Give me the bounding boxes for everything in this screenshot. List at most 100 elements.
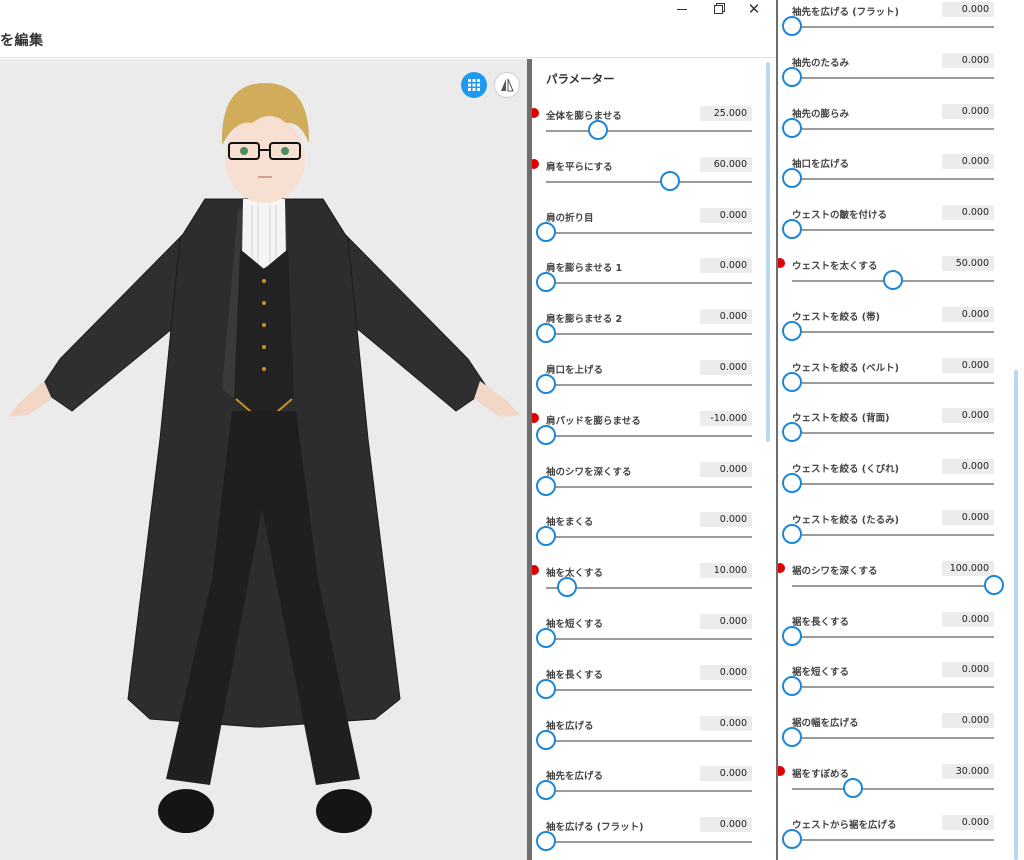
parameter-slider-thumb[interactable] — [536, 424, 556, 445]
parameter-slider-track[interactable] — [546, 384, 752, 386]
parameter-slider-thumb[interactable] — [536, 323, 556, 344]
parameter-slider-thumb[interactable] — [782, 676, 802, 697]
parameter-value-field[interactable]: 50.000 — [942, 256, 994, 271]
parameter-slider-track[interactable] — [792, 76, 994, 79]
parameter-slider-thumb[interactable] — [556, 577, 577, 598]
parameter-slider-thumb[interactable] — [782, 473, 802, 494]
scrollbar-left[interactable] — [766, 62, 770, 442]
parameter-slider-track[interactable] — [546, 587, 752, 590]
parameter-slider-thumb[interactable] — [782, 320, 802, 341]
parameter-slider-thumb[interactable] — [536, 374, 556, 394]
parameter-slider-track[interactable] — [546, 739, 752, 742]
parameter-value-field[interactable]: 0.000 — [700, 309, 752, 325]
parameter-slider-thumb[interactable] — [782, 727, 802, 748]
parameter-value-field[interactable]: 25.000 — [700, 106, 752, 121]
parameter-slider-track[interactable] — [546, 434, 752, 437]
parameter-slider-track[interactable] — [792, 127, 994, 130]
parameter-slider-thumb[interactable] — [536, 780, 556, 801]
parameter-value-field[interactable]: 0.000 — [700, 715, 752, 731]
parameter-slider-track[interactable] — [546, 536, 752, 539]
parameter-slider-track[interactable] — [546, 485, 752, 488]
parameter-value-field[interactable]: 0.000 — [700, 258, 752, 274]
parameter-value-field[interactable]: 0.000 — [942, 2, 994, 17]
parameter-value-field[interactable]: 0.000 — [700, 614, 752, 629]
parameter-value-field[interactable]: 0.000 — [942, 408, 994, 424]
parameter-slider-track[interactable] — [546, 282, 752, 285]
parameter-slider-thumb[interactable] — [536, 831, 556, 852]
parameter-slider-thumb[interactable] — [782, 66, 802, 87]
parameter-slider-thumb[interactable] — [536, 272, 556, 293]
parameter-slider-track[interactable] — [546, 688, 752, 691]
parameter-slider-thumb[interactable] — [659, 170, 680, 191]
maximize-button[interactable] — [700, 0, 736, 18]
parameter-slider-track[interactable] — [546, 790, 752, 793]
parameter-value-field[interactable]: 0.000 — [942, 814, 994, 830]
parameter-value-field[interactable]: 60.000 — [700, 156, 752, 172]
minimize-button[interactable] — [664, 0, 700, 18]
mirror-toggle-button[interactable] — [494, 72, 520, 98]
parameter-slider-thumb[interactable] — [587, 120, 608, 140]
grid-toggle-button[interactable] — [461, 72, 487, 98]
close-button[interactable]: ✕ — [736, 0, 772, 18]
parameter-slider-thumb[interactable] — [536, 628, 556, 648]
parameter-slider-track[interactable] — [792, 737, 994, 740]
parameter-slider-thumb[interactable] — [782, 422, 802, 443]
parameter-slider-track[interactable] — [792, 686, 994, 689]
scrollbar-right[interactable] — [1014, 370, 1018, 860]
parameter-slider-track[interactable] — [546, 841, 752, 844]
parameter-value-field[interactable]: 0.000 — [700, 207, 752, 223]
parameter-value-field[interactable]: 0.000 — [942, 103, 994, 119]
parameter-slider-track[interactable] — [792, 432, 994, 435]
avatar-viewport[interactable] — [0, 59, 527, 860]
parameter-slider-track[interactable] — [792, 330, 994, 333]
parameter-slider-thumb[interactable] — [536, 729, 556, 750]
parameter-slider-track[interactable] — [546, 333, 752, 336]
parameter-value-field[interactable]: 0.000 — [942, 205, 994, 221]
parameter-slider-track[interactable] — [792, 534, 994, 536]
parameter-slider-thumb[interactable] — [984, 574, 1004, 595]
parameter-value-field[interactable]: 0.000 — [942, 357, 994, 373]
parameter-slider-thumb[interactable] — [782, 117, 802, 138]
parameter-value-field[interactable]: 30.000 — [942, 764, 994, 779]
parameter-slider-thumb[interactable] — [782, 219, 802, 240]
parameter-value-field[interactable]: -10.000 — [700, 410, 752, 426]
parameter-slider-track[interactable] — [792, 178, 994, 181]
parameter-value-field[interactable]: 0.000 — [942, 154, 994, 170]
parameter-value-field[interactable]: 0.000 — [942, 306, 994, 322]
parameter-slider-track[interactable] — [792, 788, 994, 790]
parameter-value-field[interactable]: 0.000 — [700, 360, 752, 375]
parameter-slider-thumb[interactable] — [782, 16, 802, 36]
parameter-slider-thumb[interactable] — [883, 270, 903, 290]
parameter-value-field[interactable]: 0.000 — [942, 713, 994, 729]
parameter-value-field[interactable]: 0.000 — [700, 766, 752, 782]
parameter-value-field[interactable]: 0.000 — [942, 662, 994, 678]
parameter-slider-track[interactable] — [546, 231, 752, 234]
parameter-value-field[interactable]: 10.000 — [700, 563, 752, 579]
parameter-slider-thumb[interactable] — [782, 625, 802, 646]
parameter-slider-track[interactable] — [792, 381, 994, 384]
parameter-slider-track[interactable] — [792, 26, 994, 28]
parameter-slider-thumb[interactable] — [536, 221, 556, 242]
parameter-value-field[interactable]: 0.000 — [942, 459, 994, 475]
parameter-value-field[interactable]: 0.000 — [700, 664, 752, 680]
parameter-slider-thumb[interactable] — [782, 828, 802, 849]
parameter-slider-track[interactable] — [792, 838, 994, 841]
parameter-value-field[interactable]: 0.000 — [700, 512, 752, 528]
parameter-slider-thumb[interactable] — [536, 526, 556, 547]
parameter-slider-track[interactable] — [546, 130, 752, 132]
parameter-slider-thumb[interactable] — [842, 778, 863, 798]
parameter-slider-track[interactable] — [792, 584, 994, 587]
parameter-slider-track[interactable] — [792, 483, 994, 486]
parameter-slider-track[interactable] — [792, 229, 994, 232]
parameter-value-field[interactable]: 0.000 — [700, 461, 752, 477]
parameter-slider-track[interactable] — [546, 180, 752, 183]
parameter-value-field[interactable]: 0.000 — [942, 52, 994, 68]
parameter-slider-thumb[interactable] — [536, 678, 556, 699]
parameter-slider-thumb[interactable] — [536, 475, 556, 496]
parameter-value-field[interactable]: 0.000 — [942, 611, 994, 627]
parameter-value-field[interactable]: 100.000 — [942, 560, 994, 576]
parameter-slider-track[interactable] — [546, 638, 752, 640]
parameter-slider-thumb[interactable] — [782, 524, 802, 544]
parameter-slider-thumb[interactable] — [782, 168, 802, 189]
parameter-value-field[interactable]: 0.000 — [942, 510, 994, 525]
